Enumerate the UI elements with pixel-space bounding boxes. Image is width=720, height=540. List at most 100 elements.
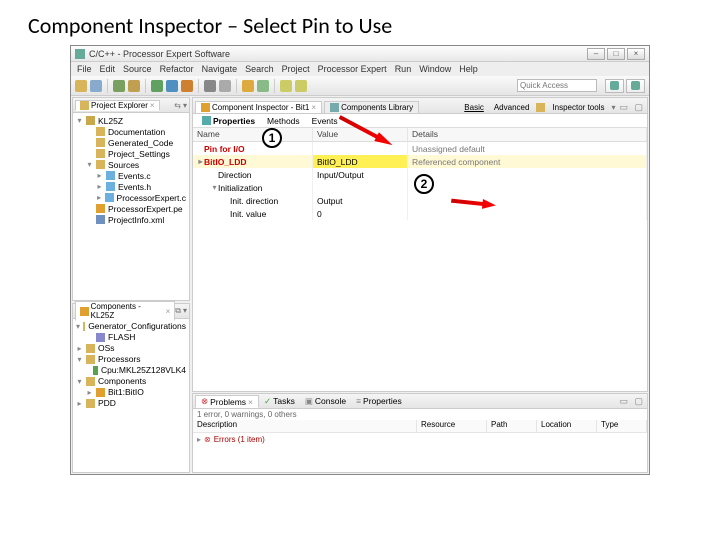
subtab-properties[interactable]: Properties <box>197 116 260 126</box>
mode-basic[interactable]: Basic <box>461 103 487 112</box>
project-explorer-tab[interactable]: Project Explorer × <box>75 100 160 111</box>
menu-icon[interactable]: ▾ <box>183 306 187 316</box>
error-icon: ⊗ <box>204 435 211 444</box>
tree-item[interactable]: ▸Events.c <box>76 170 186 181</box>
panel-min-max[interactable]: ▭ ▢ <box>619 396 645 407</box>
console-tab[interactable]: ▣Console <box>300 396 351 407</box>
save-icon[interactable] <box>90 80 102 92</box>
callout-2: 2 <box>414 174 434 194</box>
perspective-cpp[interactable] <box>626 79 645 93</box>
tree-item[interactable]: ▾Processors <box>76 354 186 365</box>
menubar: File Edit Source Refactor Navigate Searc… <box>71 62 649 76</box>
menu-window[interactable]: Window <box>419 64 451 74</box>
maximize-button[interactable]: □ <box>607 48 625 60</box>
tree-item[interactable]: Generated_Code <box>76 137 186 148</box>
tree-item[interactable]: ▾KL25Z <box>76 115 186 126</box>
components-library-tab[interactable]: Components Library <box>324 101 419 113</box>
main-toolbar <box>71 76 649 96</box>
nav-fwd-icon[interactable] <box>295 80 307 92</box>
menu-search[interactable]: Search <box>245 64 274 74</box>
tree-item[interactable]: ▾Components <box>76 376 186 387</box>
col-name[interactable]: Name <box>193 128 313 141</box>
panel-toolbar: ⇆ ▾ <box>174 101 187 110</box>
perspective-button[interactable] <box>605 79 624 93</box>
menu-project[interactable]: Project <box>282 64 310 74</box>
app-icon <box>75 49 85 59</box>
filter-icon[interactable]: ⧉ <box>175 306 181 316</box>
tree-item[interactable]: Project_Settings <box>76 148 186 159</box>
subtab-events[interactable]: Events <box>307 116 343 126</box>
tree-item[interactable]: ▸OSs <box>76 343 186 354</box>
project-explorer-panel: Project Explorer × ⇆ ▾ ▾KL25ZDocumentati… <box>72 97 190 301</box>
property-row[interactable]: Init. value0 <box>193 207 647 220</box>
problems-header: Description Resource Path Location Type <box>193 420 647 433</box>
col-value[interactable]: Value <box>313 128 408 141</box>
mode-tools[interactable]: Inspector tools <box>549 103 607 112</box>
menu-navigate[interactable]: Navigate <box>202 64 238 74</box>
run-icon[interactable] <box>151 80 163 92</box>
library-icon <box>330 103 339 112</box>
hammer-icon[interactable] <box>128 80 140 92</box>
properties-tab[interactable]: ≡Properties <box>351 396 407 406</box>
tree-item[interactable]: ▸Events.h <box>76 181 186 192</box>
error-group-row[interactable]: ▸ ⊗ Errors (1 item) <box>193 433 647 445</box>
problems-tab[interactable]: ⊗Problems × <box>195 395 259 408</box>
tree-item[interactable]: Documentation <box>76 126 186 137</box>
new-icon[interactable] <box>75 80 87 92</box>
table-header: Name Value Details <box>193 128 647 142</box>
panel-min-max[interactable]: ▭ ▢ <box>619 102 645 113</box>
debug-icon[interactable] <box>166 80 178 92</box>
build-icon[interactable] <box>113 80 125 92</box>
quick-access-input[interactable] <box>517 79 597 92</box>
menu-source[interactable]: Source <box>123 64 152 74</box>
menu-refactor[interactable]: Refactor <box>160 64 194 74</box>
minimize-button[interactable]: – <box>587 48 605 60</box>
component-inspector-tab[interactable]: Component Inspector - Bit1 × <box>195 101 322 113</box>
components-tree[interactable]: ▾Generator_ConfigurationsFLASH▸OSs▾Proce… <box>73 319 189 472</box>
project-tree[interactable]: ▾KL25ZDocumentationGenerated_CodeProject… <box>73 113 189 300</box>
properties-icon <box>202 116 211 125</box>
tools-icon <box>536 103 545 112</box>
tree-item[interactable]: ▸PDD <box>76 398 186 409</box>
tree-item[interactable]: ▾Generator_Configurations <box>76 321 186 332</box>
menu-run[interactable]: Run <box>395 64 412 74</box>
mode-advanced[interactable]: Advanced <box>491 103 533 112</box>
menu-file[interactable]: File <box>77 64 92 74</box>
menu-edit[interactable]: Edit <box>100 64 116 74</box>
external-icon[interactable] <box>181 80 193 92</box>
nav-back-icon[interactable] <box>280 80 292 92</box>
window-titlebar: C/C++ - Processor Expert Software – □ × <box>71 46 649 62</box>
search-icon[interactable] <box>242 80 254 92</box>
close-icon[interactable]: × <box>311 103 316 112</box>
tree-item[interactable]: ▾Sources <box>76 159 186 170</box>
menu-icon[interactable]: ▾ <box>183 101 187 110</box>
col-details: Details <box>408 128 647 141</box>
property-row[interactable]: ▸BitIO_LDDBitIO_LDDReferenced component <box>193 155 647 168</box>
close-icon[interactable]: × <box>166 307 171 316</box>
open-type-icon[interactable] <box>219 80 231 92</box>
close-icon[interactable]: × <box>150 101 155 110</box>
menu-help[interactable]: Help <box>459 64 478 74</box>
slide-title: Component Inspector – Select Pin to Use <box>0 0 720 45</box>
tree-item[interactable]: ▸ProcessorExpert.c <box>76 192 186 203</box>
properties-table: Name Value Details Pin for I/OUnassigned… <box>193 128 647 391</box>
component-icon <box>80 307 89 316</box>
tree-item[interactable]: Cpu:MKL25Z128VLK4 <box>76 365 186 376</box>
chevron-right-icon: ▸ <box>197 435 201 444</box>
tree-item[interactable]: FLASH <box>76 332 186 343</box>
folder-icon <box>80 101 89 110</box>
generate-icon[interactable] <box>204 80 216 92</box>
tree-item[interactable]: ProjectInfo.xml <box>76 214 186 225</box>
property-row[interactable]: Pin for I/OUnassigned default <box>193 142 647 155</box>
menu-processor-expert[interactable]: Processor Expert <box>318 64 387 74</box>
close-icon[interactable]: × <box>248 397 253 407</box>
tasks-tab[interactable]: ✓Tasks <box>259 396 300 407</box>
subtab-methods[interactable]: Methods <box>262 116 305 126</box>
collapse-icon[interactable]: ⇆ <box>174 101 181 110</box>
task-icon[interactable] <box>257 80 269 92</box>
close-button[interactable]: × <box>627 48 645 60</box>
tree-item[interactable]: ProcessorExpert.pe <box>76 203 186 214</box>
tree-item[interactable]: ▸Bit1:BitIO <box>76 387 186 398</box>
chevron-down-icon[interactable]: ▾ <box>611 103 615 112</box>
property-row[interactable]: Init. directionOutput <box>193 194 647 207</box>
